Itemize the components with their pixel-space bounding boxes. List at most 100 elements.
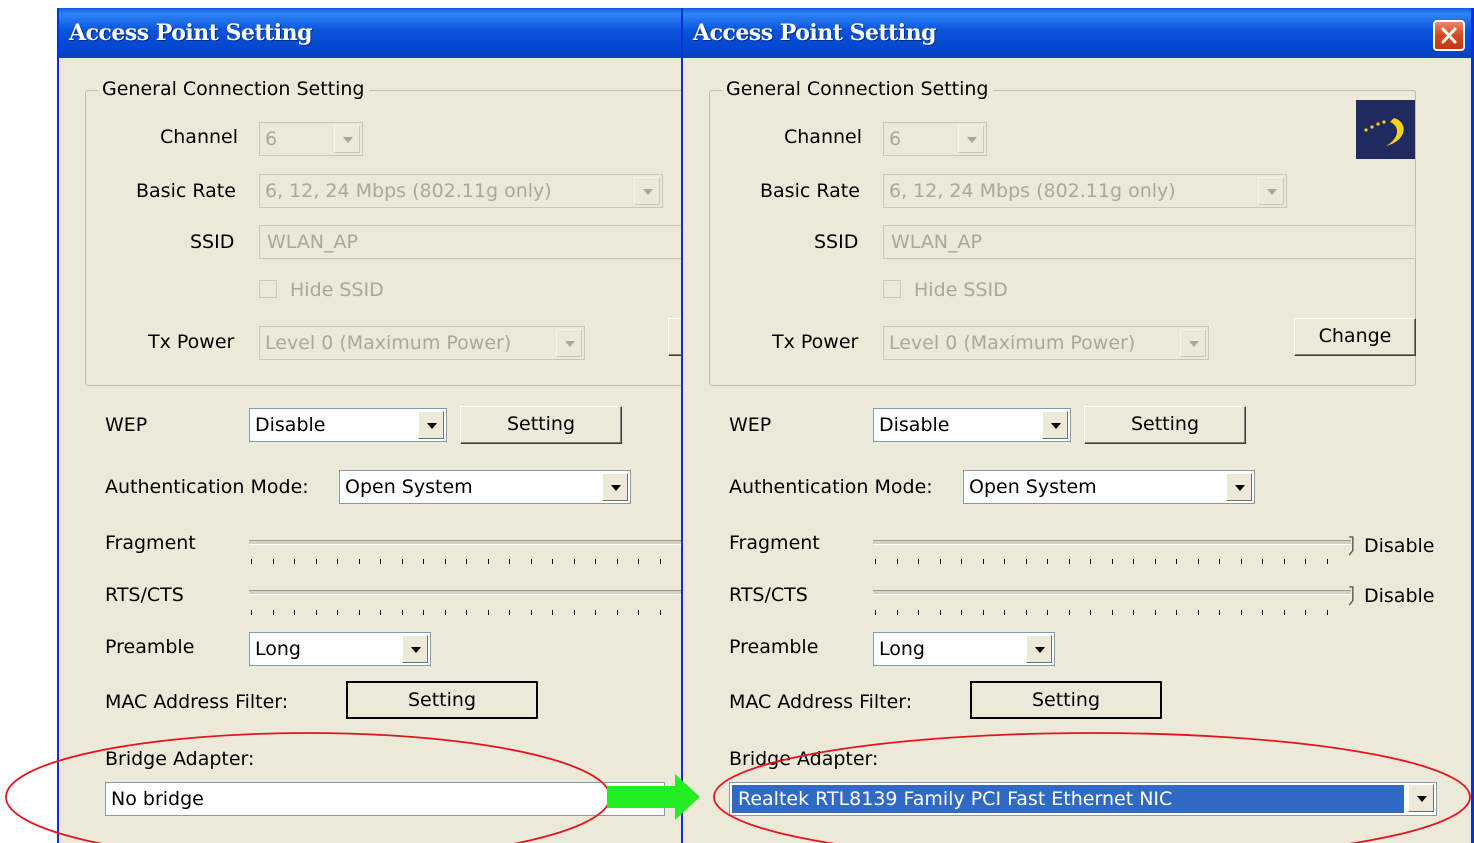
chevron-down-icon[interactable]	[1180, 329, 1206, 357]
dialog-after: Access Point Setting General Connection …	[681, 8, 1474, 843]
fragment-slider-track[interactable]	[873, 540, 1351, 545]
wep-setting-button[interactable]: Setting	[1084, 406, 1246, 444]
slider-tick	[1262, 610, 1263, 615]
slider-tick	[1133, 610, 1134, 615]
preamble-label: Preamble	[729, 636, 819, 658]
chevron-down-icon[interactable]	[418, 411, 444, 439]
chevron-down-icon[interactable]	[1026, 635, 1052, 663]
close-button[interactable]	[1433, 20, 1465, 51]
slider-tick	[982, 559, 984, 564]
auth-mode-select[interactable]: Open System	[339, 470, 631, 504]
slider-tick	[401, 610, 403, 615]
rts-slider-track[interactable]	[873, 590, 1351, 595]
chevron-down-icon[interactable]	[958, 125, 984, 153]
auth-mode-value: Open System	[969, 476, 1097, 498]
slider-tick	[1068, 610, 1070, 615]
auth-mode-value: Open System	[345, 476, 473, 498]
wep-label: WEP	[729, 414, 772, 436]
bridge-dropdown-button[interactable]	[1406, 784, 1434, 814]
window-title: Access Point Setting	[693, 20, 937, 46]
mac-filter-label: MAC Address Filter:	[105, 691, 289, 713]
slider-tick	[595, 610, 596, 615]
basic-rate-select[interactable]: 6, 12, 24 Mbps (802.11g only)	[883, 174, 1287, 208]
slider-tick	[509, 559, 510, 564]
ssid-input[interactable]: WLAN_AP	[259, 225, 681, 259]
channel-select[interactable]: 6	[883, 122, 987, 156]
slider-tick	[1047, 610, 1048, 615]
slider-tick	[401, 559, 403, 564]
fragment-slider-ticks	[875, 559, 1345, 565]
group-legend: General Connection Setting	[722, 78, 993, 100]
slider-tick	[1154, 559, 1156, 564]
wep-value: Disable	[255, 414, 326, 436]
slider-tick	[918, 610, 919, 615]
change-button-cropped[interactable]	[668, 318, 681, 356]
chevron-down-icon[interactable]	[1408, 784, 1434, 812]
slider-tick	[875, 559, 876, 564]
slider-tick	[466, 610, 467, 615]
slider-tick	[918, 559, 919, 564]
hide-ssid-checkbox[interactable]	[259, 280, 277, 298]
dialog-before: Access Point Setting General Connection …	[57, 8, 681, 843]
slider-tick	[616, 559, 618, 564]
fragment-slider-thumb[interactable]	[1348, 536, 1354, 556]
chevron-down-icon[interactable]	[556, 329, 582, 357]
wep-select[interactable]: Disable	[873, 408, 1071, 442]
slider-tick	[444, 610, 446, 615]
close-icon	[1441, 27, 1457, 44]
title-bar[interactable]: Access Point Setting	[59, 8, 681, 58]
tx-power-select[interactable]: Level 0 (Maximum Power)	[259, 326, 585, 360]
slider-tick	[1176, 559, 1177, 564]
slider-tick	[961, 610, 962, 615]
chevron-down-icon[interactable]	[634, 177, 660, 205]
auth-mode-select[interactable]: Open System	[963, 470, 1255, 504]
chevron-down-icon[interactable]	[402, 635, 428, 663]
slider-tick	[1025, 610, 1027, 615]
slider-tick	[1283, 559, 1285, 564]
wep-setting-button[interactable]: Setting	[460, 406, 622, 444]
mac-filter-setting-button[interactable]: Setting	[346, 681, 538, 719]
fragment-slider-track[interactable]	[249, 540, 681, 545]
chevron-down-icon[interactable]	[334, 125, 360, 153]
chevron-down-icon[interactable]	[1258, 177, 1284, 205]
basic-rate-value: 6, 12, 24 Mbps (802.11g only)	[265, 180, 552, 202]
preamble-select[interactable]: Long	[873, 632, 1055, 666]
chevron-down-icon[interactable]	[1226, 473, 1252, 501]
chevron-down-icon[interactable]	[1042, 411, 1068, 439]
rts-slider-thumb[interactable]	[1348, 586, 1354, 606]
slider-tick	[659, 559, 661, 564]
slider-tick	[380, 559, 381, 564]
wep-select[interactable]: Disable	[249, 408, 447, 442]
slider-tick	[1004, 559, 1005, 564]
slider-tick	[1154, 610, 1156, 615]
fragment-label: Fragment	[729, 532, 820, 554]
slider-tick	[444, 559, 446, 564]
channel-select[interactable]: 6	[259, 122, 363, 156]
slider-tick	[358, 559, 360, 564]
slider-tick	[487, 559, 489, 564]
ssid-input[interactable]: WLAN_AP	[883, 225, 1416, 259]
slider-tick	[595, 559, 596, 564]
auth-mode-label: Authentication Mode:	[729, 476, 933, 498]
change-button[interactable]: Change	[1294, 318, 1416, 356]
bridge-adapter-label: Bridge Adapter:	[105, 748, 255, 770]
slider-tick	[552, 610, 553, 615]
bridge-adapter-select[interactable]: Realtek RTL8139 Family PCI Fast Ethernet…	[729, 782, 1437, 816]
hide-ssid-checkbox[interactable]	[883, 280, 901, 298]
chevron-down-icon[interactable]	[602, 473, 628, 501]
mac-filter-setting-button[interactable]: Setting	[970, 681, 1162, 719]
fragment-value-label: Disable	[1364, 535, 1435, 557]
rts-slider-ticks	[251, 610, 681, 616]
bridge-adapter-select[interactable]: No bridge	[105, 782, 665, 816]
slider-tick	[530, 559, 532, 564]
basic-rate-value: 6, 12, 24 Mbps (802.11g only)	[889, 180, 1176, 202]
basic-rate-select[interactable]: 6, 12, 24 Mbps (802.11g only)	[259, 174, 663, 208]
slider-tick	[1240, 559, 1242, 564]
tx-power-select[interactable]: Level 0 (Maximum Power)	[883, 326, 1209, 360]
title-bar[interactable]: Access Point Setting	[683, 8, 1471, 58]
tx-power-label: Tx Power	[772, 331, 859, 353]
slider-tick	[638, 610, 639, 615]
preamble-select[interactable]: Long	[249, 632, 431, 666]
rts-slider-track[interactable]	[249, 590, 681, 595]
slider-tick	[1240, 610, 1242, 615]
